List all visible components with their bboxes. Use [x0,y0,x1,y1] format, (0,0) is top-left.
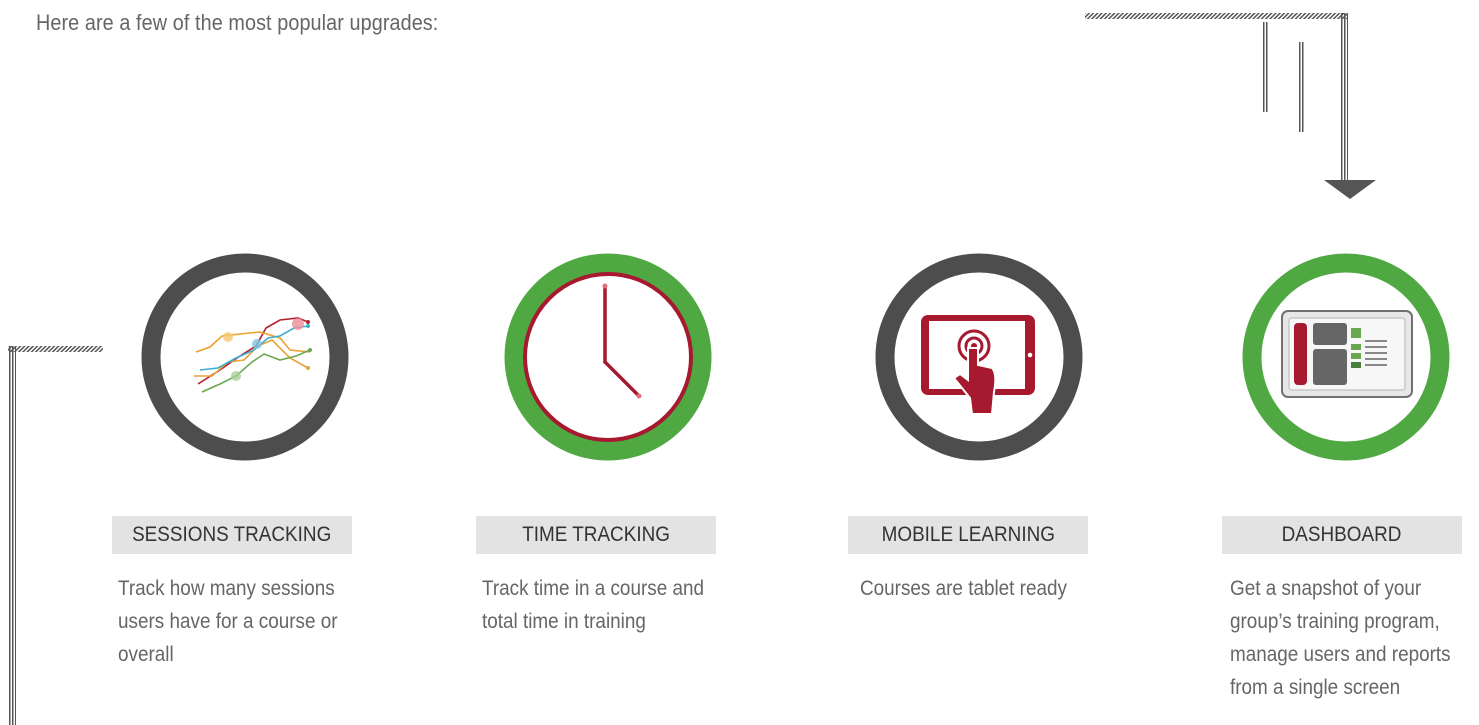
feature-description: Track how many sessions users have for a… [118,577,338,666]
line-chart-icon [141,253,349,461]
feature-description: Track time in a course and total time in… [482,577,705,633]
feature-title: SESSIONS TRACKING [112,516,352,554]
features-row: SESSIONS TRACKING Track how many session… [0,0,1479,725]
tablet-touch-icon [875,253,1083,461]
feature-title: MOBILE LEARNING [848,516,1088,554]
clock-icon [504,253,712,461]
feature-title: DASHBOARD [1222,516,1462,554]
feature-title: TIME TRACKING [476,516,716,554]
dashboard-icon [1242,253,1450,461]
feature-description: Courses are tablet ready [860,577,1067,600]
feature-description: Get a snapshot of your group’s training … [1230,577,1451,699]
